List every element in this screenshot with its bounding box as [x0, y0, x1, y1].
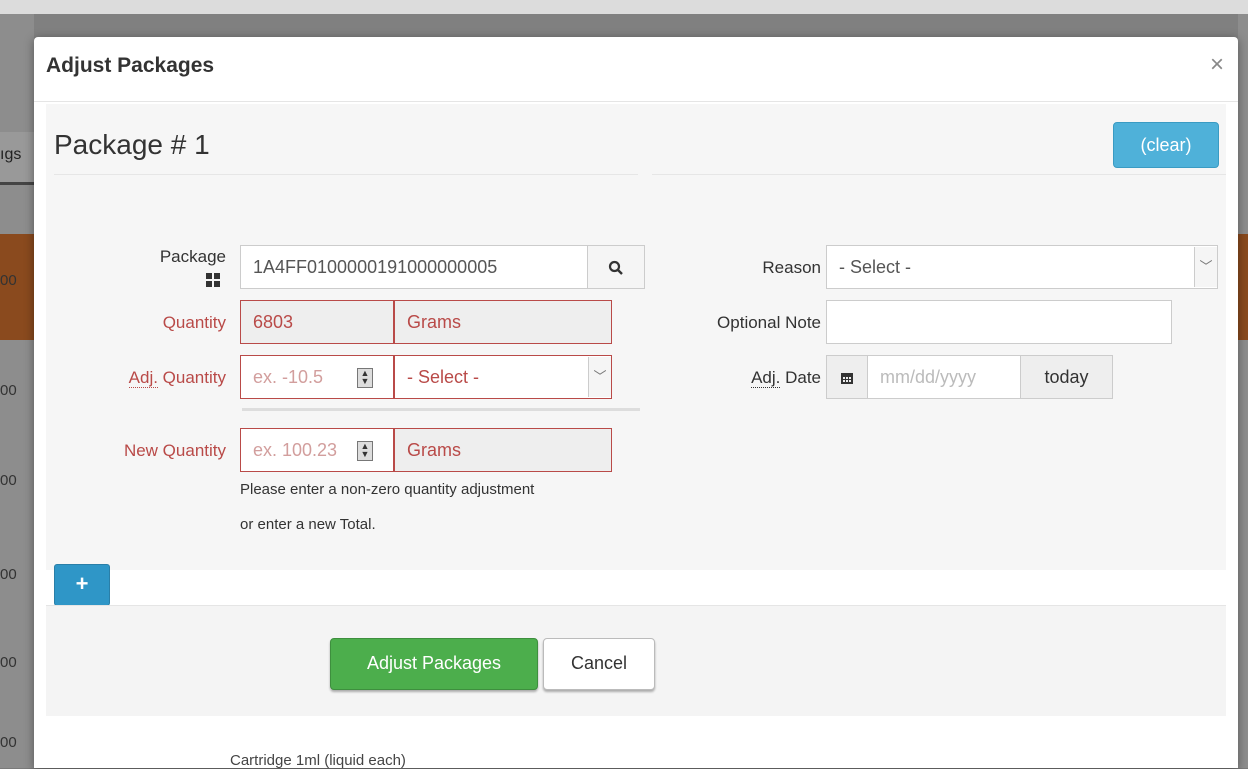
package-label: Package [159, 247, 226, 266]
new-quantity-spinner[interactable]: ▲ ▼ [357, 441, 373, 461]
adjust-packages-modal: Adjust Packages × Package # 1 (clear) Pa… [34, 37, 1238, 768]
chevron-down-icon: ﹀ [1194, 247, 1217, 287]
divider [242, 408, 640, 411]
package-panel: Package # 1 (clear) Package 1A4FF0100000… [46, 104, 1226, 606]
background-row-text: Cartridge 1ml (liquid each) [230, 752, 406, 769]
optional-note-label: Optional Note [717, 313, 821, 332]
new-quantity-unit-field: Grams [394, 428, 612, 472]
close-icon[interactable]: × [1210, 53, 1224, 77]
calendar-icon[interactable] [826, 355, 868, 399]
quantity-unit-field: Grams [394, 300, 612, 344]
divider [652, 174, 1226, 175]
quantity-label: Quantity [162, 313, 226, 332]
chevron-down-icon: ﹀ [588, 357, 611, 397]
adj-date-label: Adj. Date [751, 368, 821, 388]
optional-note-input[interactable] [826, 300, 1172, 344]
background-top-bar [0, 0, 1248, 14]
adj-date-input[interactable]: mm/dd/yyyy [867, 355, 1021, 399]
background-tab: ıgs [0, 132, 34, 185]
search-icon [608, 257, 624, 276]
quantity-field: 6803 [240, 300, 394, 344]
clear-button[interactable]: (clear) [1113, 122, 1219, 168]
adj-quantity-spinner[interactable]: ▲ ▼ [357, 368, 373, 388]
cancel-button[interactable]: Cancel [543, 638, 655, 690]
help-text-line1: Please enter a non-zero quantity adjustm… [240, 481, 535, 498]
reason-select[interactable]: - Select - [826, 245, 1218, 289]
add-package-button[interactable]: + [54, 564, 110, 606]
divider [54, 174, 638, 175]
barcode-icon [206, 272, 220, 287]
adj-unit-select[interactable]: - Select - [394, 355, 612, 399]
package-input[interactable]: 1A4FF0100000191000000005 [240, 245, 588, 289]
today-button[interactable]: today [1020, 355, 1113, 399]
package-title: Package # 1 [54, 129, 210, 160]
adjust-packages-button[interactable]: Adjust Packages [330, 638, 538, 690]
package-search-button[interactable] [587, 245, 645, 289]
new-quantity-label: New Quantity [123, 441, 226, 460]
reason-label: Reason [762, 258, 821, 277]
help-text-line2: or enter a new Total. [240, 516, 376, 533]
modal-title: Adjust Packages [46, 54, 215, 77]
modal-footer: Adjust Packages Cancel [46, 605, 1226, 716]
background-right-strip [1238, 14, 1248, 768]
adj-quantity-label: Adj. Quantity [128, 368, 226, 388]
modal-header: Adjust Packages × [34, 37, 1238, 102]
